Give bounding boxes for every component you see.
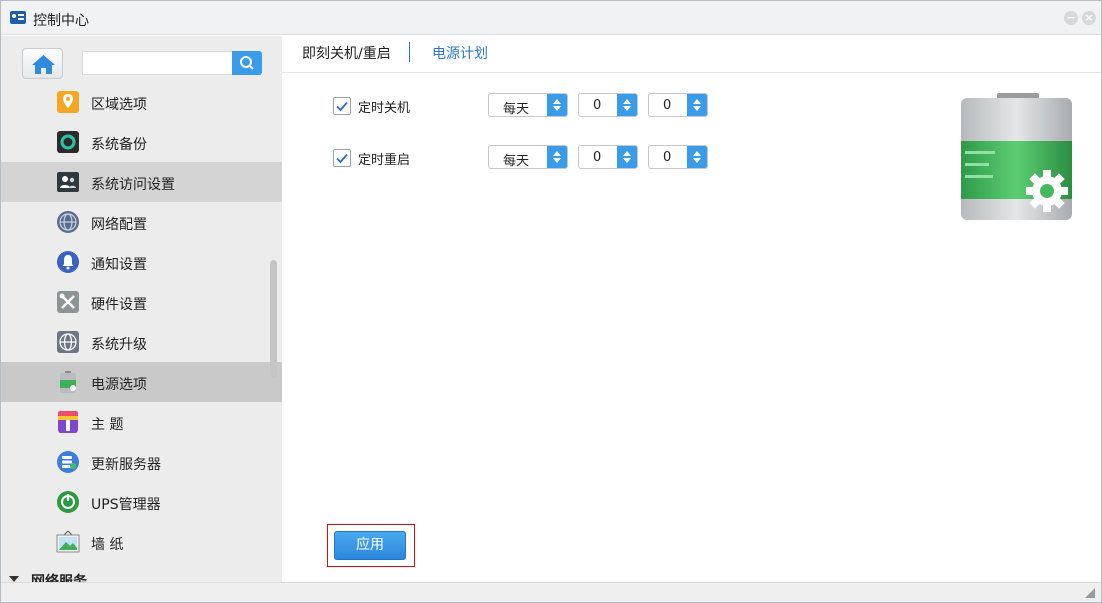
shutdown-checkbox[interactable] — [333, 97, 351, 115]
search-button[interactable] — [232, 51, 262, 75]
sidebar-section-network-services[interactable]: 网络服务 — [1, 568, 282, 582]
search-icon — [240, 56, 254, 70]
sidebar-item-label: 通知设置 — [91, 257, 147, 273]
checkmark-icon — [336, 101, 348, 112]
stepper-value: 0 — [663, 98, 672, 113]
sidebar-item-notification[interactable]: 通知设置 — [1, 242, 282, 282]
stepper-value: 0 — [593, 98, 602, 113]
spinner-arrows-icon[interactable] — [617, 94, 637, 116]
shutdown-label: 定时关机 — [358, 101, 411, 116]
control-center-window: 控制中心 − × 区域选项 系统备份 系统访问设置 网络配置 通知设置 硬件设置… — [0, 0, 1102, 603]
spinner-arrows-icon[interactable] — [547, 146, 567, 168]
tab-shutdown-restart[interactable]: 即刻关机/重启 — [302, 43, 391, 63]
location-pin-icon — [57, 91, 79, 113]
sidebar-item-label: 网络配置 — [91, 217, 147, 233]
sidebar-item-label: 区域选项 — [91, 97, 147, 113]
status-bar — [1, 582, 1101, 602]
sidebar: 区域选项 系统备份 系统访问设置 网络配置 通知设置 硬件设置 系统升级 电源选… — [1, 36, 282, 582]
update-server-icon — [57, 451, 79, 473]
sidebar-item-label: 更新服务器 — [91, 457, 161, 473]
sidebar-item-label: 墙 纸 — [91, 537, 124, 553]
home-icon — [32, 55, 55, 74]
power-battery-gear-icon — [961, 93, 1072, 220]
select-value: 每天 — [503, 102, 530, 117]
apply-button[interactable]: 应用 — [334, 531, 406, 560]
sidebar-item-upgrade[interactable]: 系统升级 — [1, 322, 282, 362]
backup-icon — [57, 131, 79, 153]
ups-icon — [57, 491, 79, 513]
sidebar-item-label: 系统升级 — [91, 337, 147, 353]
restart-label: 定时重启 — [358, 153, 411, 168]
sidebar-item-theme[interactable]: 主 题 — [1, 402, 282, 442]
sidebar-item-label: 系统备份 — [91, 137, 147, 153]
upgrade-globe-icon — [57, 331, 79, 353]
wallpaper-icon — [56, 530, 80, 553]
shutdown-hour-stepper[interactable]: 0 — [578, 93, 638, 117]
minimize-button[interactable]: − — [1064, 11, 1078, 25]
tools-icon — [57, 291, 79, 313]
sidebar-item-label: 电源选项 — [91, 377, 147, 393]
shutdown-frequency-select[interactable]: 每天 — [488, 93, 568, 117]
restart-minute-stepper[interactable]: 0 — [648, 145, 708, 169]
sidebar-item-ups[interactable]: UPS管理器 — [1, 482, 282, 522]
sidebar-item-region[interactable]: 区域选项 — [1, 82, 282, 122]
select-value: 每天 — [503, 154, 530, 169]
sidebar-item-backup[interactable]: 系统备份 — [1, 122, 282, 162]
sidebar-item-wallpaper[interactable]: 墙 纸 — [1, 522, 282, 562]
sidebar-item-network[interactable]: 网络配置 — [1, 202, 282, 242]
restart-frequency-select[interactable]: 每天 — [488, 145, 568, 169]
restart-checkbox[interactable] — [333, 149, 351, 167]
spinner-arrows-icon[interactable] — [547, 94, 567, 116]
resize-grip-icon[interactable] — [1085, 588, 1095, 598]
sidebar-item-access[interactable]: 系统访问设置 — [1, 162, 282, 202]
search-input[interactable] — [82, 51, 232, 75]
checkmark-icon — [336, 153, 348, 164]
close-button[interactable]: × — [1082, 11, 1096, 25]
restart-hour-stepper[interactable]: 0 — [578, 145, 638, 169]
tab-bar: 即刻关机/重启 电源计划 — [282, 36, 1101, 73]
sidebar-item-label: 主 题 — [91, 417, 124, 433]
schedule-row-shutdown: 定时关机 每天 0 0 — [333, 93, 713, 119]
window-title: 控制中心 — [33, 13, 89, 29]
theme-palette-icon — [58, 411, 78, 433]
sidebar-item-update-server[interactable]: 更新服务器 — [1, 442, 282, 482]
sidebar-item-label: 硬件设置 — [91, 297, 147, 313]
battery-icon — [60, 371, 76, 393]
sidebar-item-power[interactable]: 电源选项 — [1, 362, 282, 402]
sidebar-item-hardware[interactable]: 硬件设置 — [1, 282, 282, 322]
spinner-arrows-icon[interactable] — [687, 94, 707, 116]
apply-button-highlight: 应用 — [327, 524, 415, 567]
control-center-app-icon — [10, 11, 26, 24]
sidebar-item-label: UPS管理器 — [91, 497, 161, 513]
stepper-value: 0 — [593, 150, 602, 165]
sidebar-item-label: 系统访问设置 — [91, 177, 175, 193]
network-globe-icon — [57, 211, 79, 233]
tab-power-plan[interactable]: 电源计划 — [432, 43, 488, 63]
sidebar-nav: 区域选项 系统备份 系统访问设置 网络配置 通知设置 硬件设置 系统升级 电源选… — [1, 82, 282, 562]
tab-divider — [409, 42, 410, 62]
schedule-row-restart: 定时重启 每天 0 0 — [333, 145, 713, 171]
sidebar-section-label: 网络服务 — [31, 574, 87, 582]
stepper-value: 0 — [663, 150, 672, 165]
power-options-panel: 定时关机 每天 0 0 定时重启 每天 0 0 应用 — [282, 73, 1101, 582]
notification-bell-icon — [57, 251, 79, 273]
users-access-icon — [57, 172, 79, 192]
spinner-arrows-icon[interactable] — [687, 146, 707, 168]
sidebar-scrollbar[interactable] — [270, 260, 277, 378]
title-bar: 控制中心 − × — [1, 1, 1101, 35]
spinner-arrows-icon[interactable] — [617, 146, 637, 168]
home-button[interactable] — [22, 48, 63, 79]
shutdown-minute-stepper[interactable]: 0 — [648, 93, 708, 117]
